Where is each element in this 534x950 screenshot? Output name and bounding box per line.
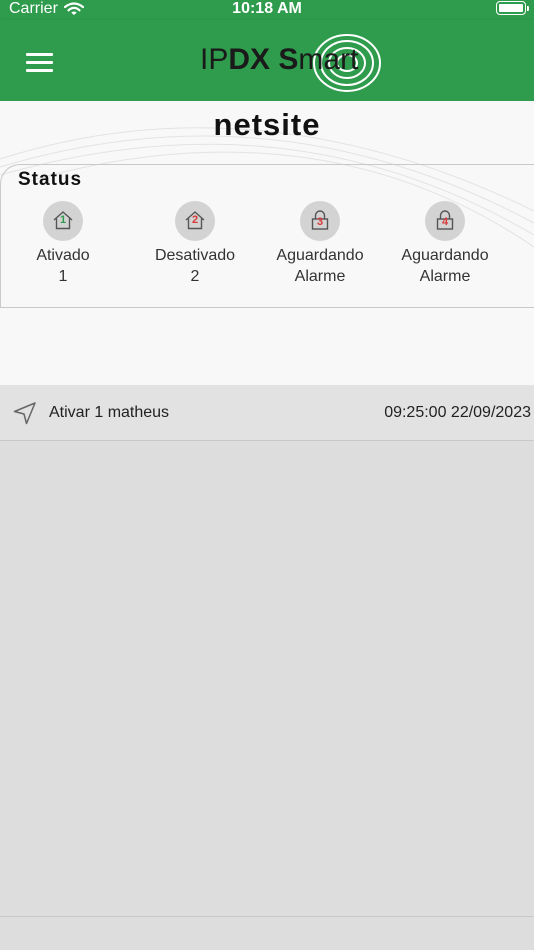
app-logo: IPDX Smart bbox=[200, 28, 385, 98]
app-bar: IPDX Smart bbox=[0, 20, 534, 101]
divider bbox=[0, 916, 534, 917]
house-icon: 1 bbox=[43, 201, 83, 241]
status-panel: Status 1 Ativado 1 2 Desativado 2 3 Aguard… bbox=[0, 164, 534, 308]
menu-line-icon bbox=[26, 69, 53, 72]
logo-text: IPDX Smart bbox=[200, 43, 359, 76]
status-heading: Status bbox=[18, 169, 83, 190]
padlock-icon: 4 bbox=[425, 201, 465, 241]
menu-line-icon bbox=[26, 61, 53, 64]
status-caption: Ativado 1 bbox=[36, 247, 90, 285]
status-item-desativado[interactable]: 2 Desativado 2 bbox=[130, 201, 260, 287]
event-description: Ativar 1 matheus bbox=[49, 404, 170, 421]
status-bar: Carrier 10:18 AM bbox=[0, 0, 534, 20]
status-caption: Aguardando Alarme bbox=[276, 247, 364, 285]
menu-line-icon bbox=[26, 53, 53, 56]
status-caption: Desativado 2 bbox=[154, 247, 236, 285]
event-timestamp: 09:25:00 22/09/2023 bbox=[384, 404, 531, 421]
navigation-arrow-icon bbox=[13, 402, 36, 425]
hamburger-menu-button[interactable] bbox=[26, 53, 53, 73]
battery-icon bbox=[496, 1, 529, 15]
site-title: netsite bbox=[213, 107, 321, 142]
clock: 10:18 AM bbox=[232, 0, 302, 17]
event-list-empty-area bbox=[0, 441, 534, 916]
status-item-ativado[interactable]: 1 Ativado 1 bbox=[0, 201, 128, 287]
status-caption: Aguardando Alarme bbox=[401, 247, 489, 285]
status-item-aguardando-alarme-3[interactable]: 3 Aguardando Alarme bbox=[255, 201, 385, 287]
site-header: netsite Status 1 Ativado 1 2 Desativado 2 … bbox=[0, 101, 534, 385]
padlock-icon: 3 bbox=[300, 201, 340, 241]
event-row[interactable]: Ativar 1 matheus 09:25:00 22/09/2023 bbox=[0, 385, 534, 441]
status-item-aguardando-alarme-4[interactable]: 4 Aguardando Alarme bbox=[380, 201, 510, 287]
house-icon: 2 bbox=[175, 201, 215, 241]
